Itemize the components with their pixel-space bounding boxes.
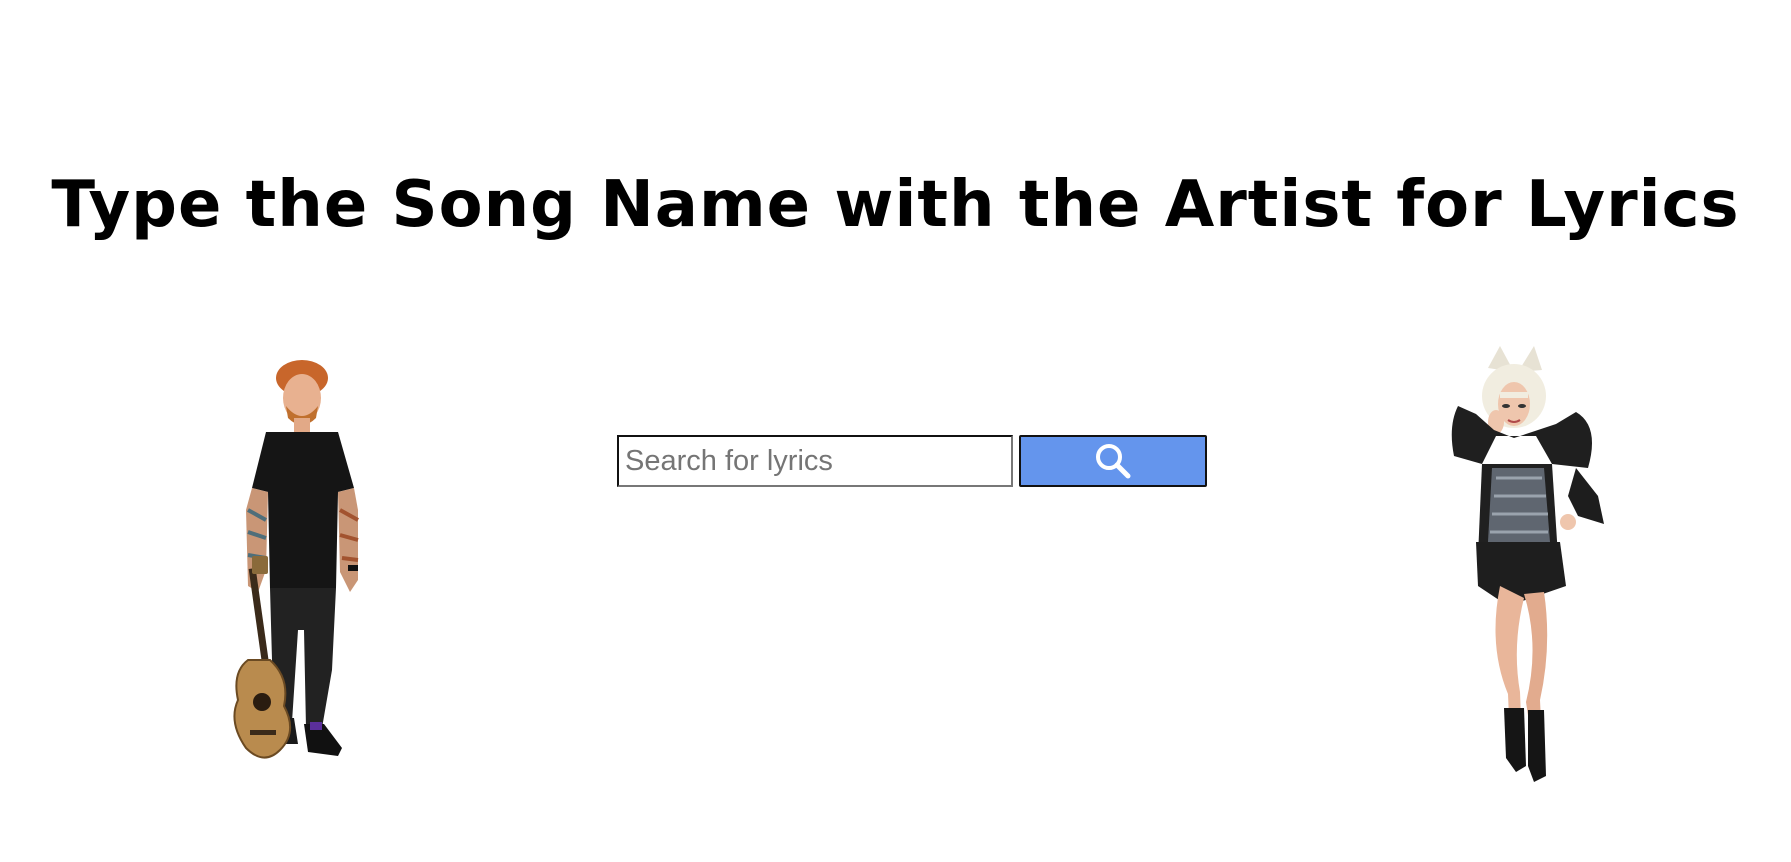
search-input[interactable] — [617, 435, 1013, 487]
search-bar — [617, 435, 1207, 487]
artist-photo-right — [1448, 346, 1613, 786]
artist-photo-left — [218, 360, 368, 770]
lyrics-search-page: Type the Song Name with the Artist for L… — [0, 0, 1791, 862]
search-icon — [1096, 444, 1131, 479]
search-button[interactable] — [1019, 435, 1207, 487]
page-title: Type the Song Name with the Artist for L… — [51, 168, 1740, 242]
